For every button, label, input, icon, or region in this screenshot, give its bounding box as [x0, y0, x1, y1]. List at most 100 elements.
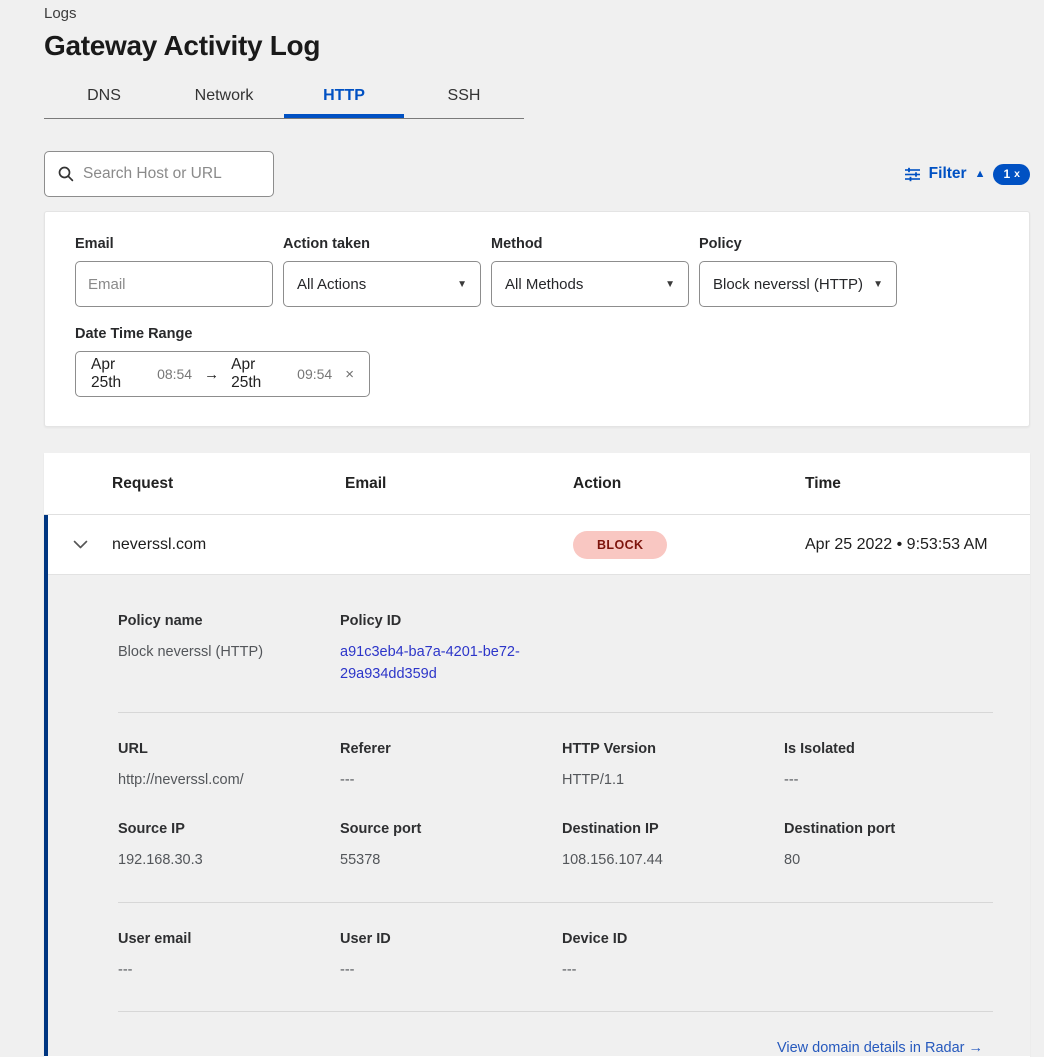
search-icon	[58, 166, 74, 182]
detail-value: ---	[562, 960, 784, 982]
detail-policy-name: Policy name Block neverssl (HTTP)	[118, 613, 340, 686]
detail-value: 80	[784, 850, 1007, 872]
detail-device-id: Device ID ---	[562, 931, 784, 982]
filter-field-daterange: Date Time Range Apr 25th 08:54 → Apr 25t…	[75, 326, 999, 397]
detail-value: ---	[340, 770, 562, 792]
tab-ssh[interactable]: SSH	[404, 76, 524, 118]
filter-field-policy: Policy Block neverssl (HTTP) ▼	[699, 236, 897, 307]
action-filter-label: Action taken	[283, 236, 481, 252]
column-header-email: Email	[345, 475, 573, 493]
filter-count-badge[interactable]: 1 x	[993, 164, 1030, 185]
column-header-request: Request	[112, 475, 345, 493]
range-arrow-icon: →	[202, 366, 221, 383]
chevron-down-icon: ▼	[457, 279, 467, 290]
divider	[118, 902, 993, 903]
table-header-row: Request Email Action Time	[44, 453, 1030, 515]
detail-value: HTTP/1.1	[562, 770, 784, 792]
detail-user-email: User email ---	[118, 931, 340, 982]
start-date: Apr 25th	[91, 356, 147, 392]
end-date: Apr 25th	[231, 356, 287, 392]
email-filter-label: Email	[75, 236, 273, 252]
detail-http-version: HTTP Version HTTP/1.1	[562, 741, 784, 792]
method-filter-value: All Methods	[505, 276, 583, 293]
filter-field-email: Email	[75, 236, 273, 307]
method-filter-label: Method	[491, 236, 689, 252]
detail-label: Device ID	[562, 931, 784, 947]
detail-source-ip: Source IP 192.168.30.3	[118, 821, 340, 872]
detail-value: http://neverssl.com/	[118, 770, 340, 792]
breadcrumb[interactable]: Logs	[44, 5, 1030, 22]
detail-label: Destination port	[784, 821, 1007, 837]
activity-table: Request Email Action Time neverssl.com B…	[44, 453, 1030, 1057]
clear-daterange-icon[interactable]: ×	[345, 366, 354, 383]
filter-field-action: Action taken All Actions ▼	[283, 236, 481, 307]
filter-count: 1	[1003, 167, 1010, 181]
end-time: 09:54	[297, 366, 332, 382]
row-expand-chevron-icon[interactable]	[48, 540, 112, 549]
detail-destination-port: Destination port 80	[784, 821, 1007, 872]
detail-url: URL http://neverssl.com/	[118, 741, 340, 792]
search-box[interactable]	[44, 151, 274, 197]
detail-label: URL	[118, 741, 340, 757]
detail-label: Is Isolated	[784, 741, 1007, 757]
detail-source-port: Source port 55378	[340, 821, 562, 872]
policy-filter-value: Block neverssl (HTTP)	[713, 276, 863, 293]
policy-filter-select[interactable]: Block neverssl (HTTP) ▼	[699, 261, 897, 307]
column-header-action: Action	[573, 475, 805, 493]
detail-label: Source port	[340, 821, 562, 837]
detail-referer: Referer ---	[340, 741, 562, 792]
tab-dns[interactable]: DNS	[44, 76, 164, 118]
table-row[interactable]: neverssl.com BLOCK Apr 25 2022 • 9:53:53…	[48, 515, 1030, 575]
detail-label: Destination IP	[562, 821, 784, 837]
daterange-label: Date Time Range	[75, 326, 999, 342]
detail-value: ---	[784, 770, 1007, 792]
detail-label: Policy name	[118, 613, 340, 629]
filter-toggle-button[interactable]: Filter	[929, 165, 967, 183]
page-content: Logs Gateway Activity Log DNS Network HT…	[44, 0, 1030, 1057]
detail-value: ---	[118, 960, 340, 982]
clear-filters-icon[interactable]: x	[1014, 168, 1020, 180]
detail-value: 55378	[340, 850, 562, 872]
detail-value: ---	[340, 960, 562, 982]
tab-network[interactable]: Network	[164, 76, 284, 118]
page-title: Gateway Activity Log	[44, 30, 1030, 62]
detail-label: HTTP Version	[562, 741, 784, 757]
detail-value: Block neverssl (HTTP)	[118, 642, 340, 664]
block-status-badge: BLOCK	[573, 531, 667, 559]
detail-label: Source IP	[118, 821, 340, 837]
detail-value: 192.168.30.3	[118, 850, 340, 872]
action-filter-select[interactable]: All Actions ▼	[283, 261, 481, 307]
expanded-row-container: neverssl.com BLOCK Apr 25 2022 • 9:53:53…	[44, 515, 1030, 1056]
policy-id-link[interactable]: a91c3eb4-ba7a-4201-be72-29a934dd359d	[340, 642, 532, 686]
detail-label: Referer	[340, 741, 562, 757]
row-detail-panel: Policy name Block neverssl (HTTP) Policy…	[48, 575, 1030, 1056]
filter-panel: Email Action taken All Actions ▼ Method …	[44, 211, 1030, 427]
detail-value: 108.156.107.44	[562, 850, 784, 872]
detail-label: User email	[118, 931, 340, 947]
chevron-down-icon: ▼	[873, 279, 883, 290]
search-input[interactable]	[83, 165, 260, 183]
detail-label: Policy ID	[340, 613, 562, 629]
detail-policy-id: Policy ID a91c3eb4-ba7a-4201-be72-29a934…	[340, 613, 562, 686]
policy-filter-label: Policy	[699, 236, 897, 252]
filter-sliders-icon	[904, 167, 921, 182]
tab-http[interactable]: HTTP	[284, 76, 404, 118]
detail-user-id: User ID ---	[340, 931, 562, 982]
start-time: 08:54	[157, 366, 192, 382]
daterange-input[interactable]: Apr 25th 08:54 → Apr 25th 09:54 ×	[75, 351, 370, 397]
radar-details-link[interactable]: View domain details in Radar →	[777, 1040, 983, 1056]
row-request[interactable]: neverssl.com	[112, 536, 345, 554]
column-header-time: Time	[805, 475, 1030, 493]
detail-is-isolated: Is Isolated ---	[784, 741, 1007, 792]
chevron-down-icon: ▼	[665, 279, 675, 290]
detail-destination-ip: Destination IP 108.156.107.44	[562, 821, 784, 872]
filter-controls: Filter ▲ 1 x	[904, 164, 1030, 185]
action-filter-value: All Actions	[297, 276, 366, 293]
tab-bar: DNS Network HTTP SSH	[44, 76, 524, 119]
divider	[118, 1011, 993, 1012]
method-filter-select[interactable]: All Methods ▼	[491, 261, 689, 307]
detail-label: User ID	[340, 931, 562, 947]
collapse-arrow-icon[interactable]: ▲	[975, 168, 986, 180]
row-time: Apr 25 2022 • 9:53:53 AM	[805, 536, 1030, 554]
email-filter-input[interactable]	[75, 261, 273, 307]
